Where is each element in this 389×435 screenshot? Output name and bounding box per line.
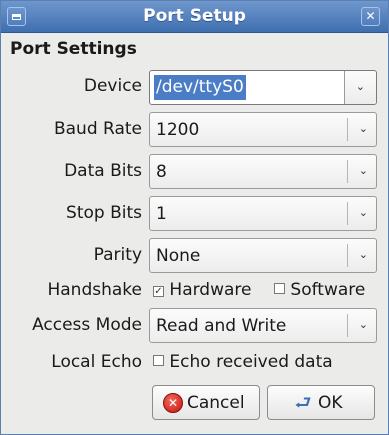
ok-button-label: OK bbox=[318, 393, 343, 413]
data-bits-label: Data Bits bbox=[64, 161, 142, 181]
parity-label: Parity bbox=[93, 245, 142, 265]
window-title: Port Setup bbox=[143, 6, 246, 26]
baud-rate-label: Baud Rate bbox=[53, 119, 142, 139]
ok-button[interactable]: ⮐ OK bbox=[267, 385, 375, 420]
software-checkbox-row[interactable]: Software bbox=[274, 280, 365, 300]
baud-rate-value: 1200 bbox=[156, 120, 200, 140]
stop-bits-select[interactable]: 1 ⌄ bbox=[149, 196, 377, 231]
chevron-down-icon: ⌄ bbox=[358, 122, 368, 135]
access-mode-label: Access Mode bbox=[32, 315, 142, 335]
port-setup-dialog: Port Setup ✕ Port Settings Device /dev/t… bbox=[0, 0, 389, 435]
data-bits-value: 8 bbox=[156, 162, 167, 182]
hardware-checkbox[interactable]: ✓ bbox=[153, 286, 164, 297]
handshake-label: Handshake bbox=[47, 280, 142, 300]
parity-select[interactable]: None ⌄ bbox=[149, 238, 377, 273]
software-checkbox[interactable] bbox=[274, 283, 285, 294]
chevron-down-icon: ⌄ bbox=[358, 164, 368, 177]
data-bits-select[interactable]: 8 ⌄ bbox=[149, 154, 377, 189]
cancel-button[interactable]: ✕ Cancel bbox=[152, 385, 260, 420]
device-combo[interactable]: /dev/ttyS0 ⌄ bbox=[149, 70, 377, 105]
parity-value: None bbox=[156, 246, 201, 266]
local-echo-label: Local Echo bbox=[51, 352, 142, 372]
echo-checkbox-row[interactable]: Echo received data bbox=[153, 352, 333, 372]
cancel-button-label: Cancel bbox=[187, 393, 245, 413]
device-input[interactable]: /dev/ttyS0 bbox=[154, 75, 246, 100]
cancel-icon: ✕ bbox=[163, 393, 183, 413]
software-label[interactable]: Software bbox=[290, 280, 365, 300]
echo-received-checkbox[interactable] bbox=[153, 355, 164, 366]
stop-bits-label: Stop Bits bbox=[66, 203, 142, 223]
baud-rate-select[interactable]: 1200 ⌄ bbox=[149, 112, 377, 147]
hardware-label[interactable]: Hardware bbox=[169, 280, 251, 300]
chevron-down-icon: ⌄ bbox=[358, 248, 368, 261]
hardware-checkbox-row[interactable]: ✓ Hardware bbox=[153, 280, 251, 300]
access-mode-select[interactable]: Read and Write ⌄ bbox=[149, 308, 377, 343]
access-mode-value: Read and Write bbox=[156, 316, 287, 336]
echo-received-label[interactable]: Echo received data bbox=[169, 352, 332, 372]
stop-bits-value: 1 bbox=[156, 204, 167, 224]
chevron-down-icon: ⌄ bbox=[358, 206, 368, 219]
chevron-down-icon: ⌄ bbox=[355, 80, 365, 93]
device-label: Device bbox=[83, 76, 142, 96]
section-title: Port Settings bbox=[10, 39, 137, 59]
ok-arrow-icon: ⮐ bbox=[294, 392, 312, 414]
chevron-down-icon: ⌄ bbox=[358, 318, 368, 331]
close-icon[interactable]: ✕ bbox=[361, 7, 380, 26]
title-bar[interactable]: Port Setup ✕ bbox=[1, 1, 388, 33]
device-dropdown-button[interactable]: ⌄ bbox=[344, 71, 376, 104]
